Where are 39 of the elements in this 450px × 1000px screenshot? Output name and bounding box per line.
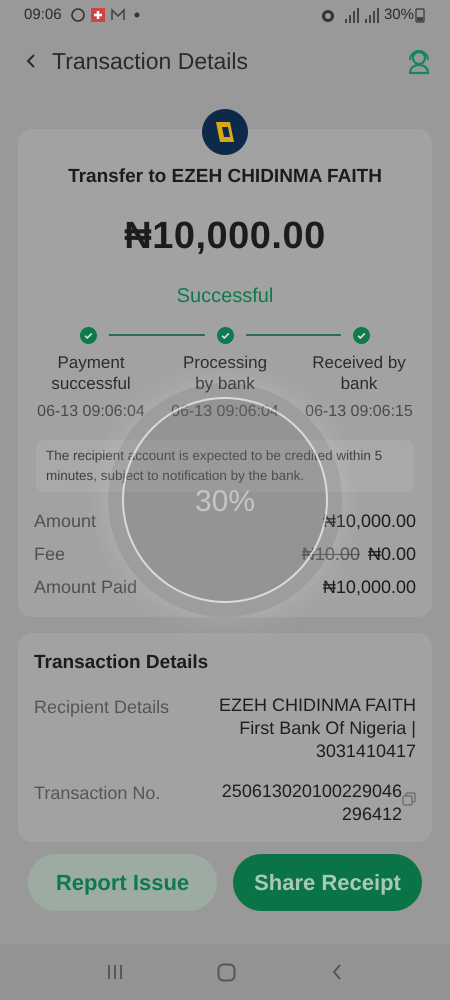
- step-label: Received by bank: [312, 352, 406, 393]
- report-button[interactable]: Report Issue: [28, 854, 217, 912]
- section-title: Transaction Details: [34, 651, 210, 675]
- row-value: ₦10,000.00: [322, 576, 416, 599]
- recents-icon[interactable]: [107, 963, 124, 981]
- step-label: Payment successful: [51, 352, 131, 393]
- detail-value: EZEH CHIDINMA FAITH First Bank Of Nigeria | 3031410417: [218, 694, 416, 764]
- battery-icon: [414, 7, 426, 23]
- copy-icon[interactable]: [402, 792, 416, 806]
- row-label: Fee: [34, 543, 66, 566]
- step-time: 06-13 09:06:04: [36, 402, 146, 422]
- back-icon[interactable]: [26, 53, 36, 69]
- row-value: ₦10,000.00: [322, 510, 416, 533]
- battery-level: 30%: [384, 4, 414, 25]
- share-button[interactable]: Share Receipt: [233, 854, 422, 912]
- status-text: Successful: [176, 284, 274, 308]
- signal-icon: [364, 7, 380, 23]
- step-time: 06-13 09:06:15: [304, 402, 414, 422]
- mail-icon: [110, 7, 126, 23]
- back-icon[interactable]: [330, 963, 343, 981]
- status-time: 09:06: [24, 4, 62, 25]
- step-time: 06-13 09:06:04: [170, 402, 280, 422]
- page-title: Transaction Details: [52, 46, 250, 76]
- app-icon: [90, 7, 106, 23]
- row-label: Amount Paid: [34, 576, 138, 599]
- detail-label: Recipient Details: [34, 696, 170, 719]
- support-agent-icon[interactable]: [406, 48, 432, 74]
- old-fee: ₦10.00: [302, 543, 360, 566]
- row-label: Amount: [34, 510, 96, 533]
- transfer-title: Transfer to EZEH CHIDINMA FAITH: [67, 165, 383, 189]
- signal-icon: [344, 7, 360, 23]
- transfer-amount: ₦10,000.00: [123, 214, 327, 258]
- row-value: ₦0.00: [368, 543, 416, 566]
- bank-logo-icon: [202, 109, 248, 155]
- detail-label: Transaction No.: [34, 782, 160, 805]
- detail-value: 250613020100229046 296412: [222, 780, 402, 826]
- home-icon[interactable]: [217, 962, 236, 982]
- step-label: Processing by bank: [182, 352, 268, 393]
- dot-icon: [134, 12, 140, 18]
